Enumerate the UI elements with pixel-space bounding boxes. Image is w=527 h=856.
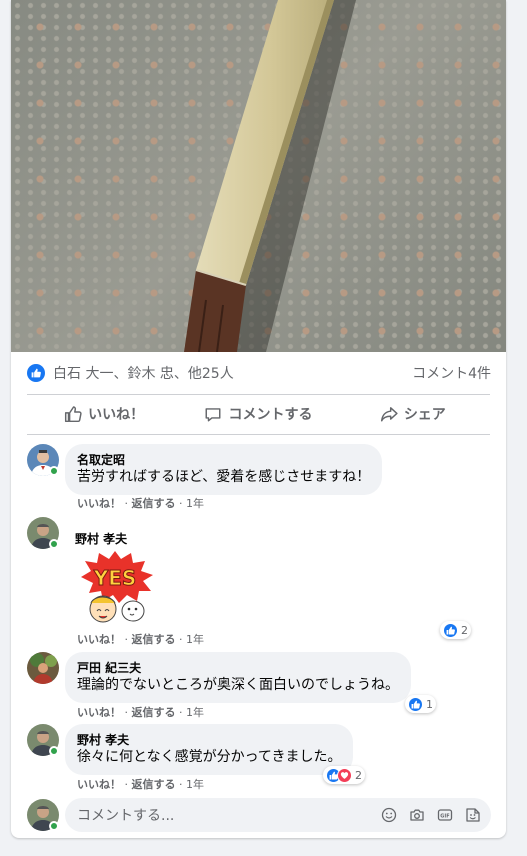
reaction-names[interactable]: 白石 大一、鈴木 忠、他25人 — [53, 363, 412, 383]
comment-reactions[interactable]: 1 — [405, 695, 436, 713]
comment-time[interactable]: 1年 — [186, 497, 204, 510]
online-indicator — [49, 746, 59, 756]
comment-like-link[interactable]: いいね！ — [77, 497, 121, 510]
comment-item: 野村 孝夫 YES いいね！ · 返信する · 1年 2 — [27, 517, 497, 649]
comment-reply-link[interactable]: 返信する — [132, 706, 176, 719]
comment-composer: コメントする... GIF — [27, 798, 491, 832]
comment-item: 戸田 紀三夫 理論的でないところが奥深く面白いのでしょうね。 いいね！ · 返信… — [27, 652, 497, 720]
comment-reply-link[interactable]: 返信する — [132, 497, 176, 510]
comment-reactions[interactable]: 2 — [440, 621, 471, 639]
reaction-summary: 白石 大一、鈴木 忠、他25人 コメント4件 — [27, 360, 491, 386]
composer-tools: GIF — [381, 798, 481, 832]
comment-button[interactable]: コメントする — [181, 396, 335, 432]
comment-reply-link[interactable]: 返信する — [132, 633, 176, 646]
like-icon — [27, 364, 45, 382]
comment-input-placeholder: コメントする... — [77, 808, 175, 824]
gif-icon[interactable]: GIF — [437, 807, 453, 823]
comment-like-link[interactable]: いいね！ — [77, 778, 121, 791]
comment-bubble: 名取定昭 苦労すればするほど、愛着を感じさせますね！ — [65, 444, 383, 495]
love-icon — [337, 767, 352, 783]
comment-like-link[interactable]: いいね！ — [77, 706, 121, 719]
camera-icon[interactable] — [409, 807, 425, 823]
post-actions: いいね！ コメントする シェア — [27, 396, 490, 432]
reaction-count: 2 — [461, 623, 468, 637]
comment-author[interactable]: 戸田 紀三夫 — [77, 660, 399, 676]
comment-reactions[interactable]: 2 — [323, 766, 365, 784]
comment-meta: いいね！ · 返信する · 1年 — [77, 497, 204, 510]
post-card: 白石 大一、鈴木 忠、他25人 コメント4件 いいね！ コメントする シェア 名… — [11, 0, 506, 838]
comment-meta: いいね！ · 返信する · 1年 — [77, 778, 204, 791]
comment-label: コメントする — [228, 407, 313, 423]
comment-text: 苦労すればするほど、愛着を感じさせますね！ — [77, 469, 371, 485]
comment-meta: いいね！ · 返信する · 1年 — [77, 706, 204, 719]
comment-time[interactable]: 1年 — [186, 633, 204, 646]
yes-sticker[interactable]: YES — [75, 549, 155, 627]
like-icon — [65, 406, 82, 423]
comment-reply-link[interactable]: 返信する — [132, 778, 176, 791]
comment-item: 野村 孝夫 徐々に何となく感覚が分かってきました。 いいね！ · 返信する · … — [27, 724, 497, 792]
comment-bubble: 戸田 紀三夫 理論的でないところが奥深く面白いのでしょうね。 — [65, 652, 411, 703]
sticker-text: YES — [93, 566, 137, 590]
bamboo-rod-illustration — [184, 0, 356, 352]
online-indicator — [49, 821, 59, 831]
post-photo[interactable] — [11, 0, 506, 352]
comment-author[interactable]: 野村 孝夫 — [75, 530, 127, 547]
comment-time[interactable]: 1年 — [186, 706, 204, 719]
comment-item: 名取定昭 苦労すればするほど、愛着を感じさせますね！ いいね！ · 返信する ·… — [27, 444, 497, 512]
comment-author[interactable]: 野村 孝夫 — [77, 732, 341, 748]
reaction-count: 2 — [355, 768, 362, 782]
online-indicator — [49, 466, 59, 476]
comment-like-link[interactable]: いいね！ — [77, 633, 121, 646]
share-button[interactable]: シェア — [336, 396, 490, 432]
like-icon — [443, 622, 458, 638]
like-label: いいね！ — [88, 407, 145, 423]
divider — [27, 434, 490, 435]
reaction-count: 1 — [426, 697, 433, 711]
comment-text: 徐々に何となく感覚が分かってきました。 — [77, 749, 342, 765]
svg-text:GIF: GIF — [440, 813, 449, 819]
comment-icon — [206, 408, 221, 422]
avatar[interactable] — [27, 652, 59, 684]
comment-text: 理論的でないところが奥深く面白いのでしょうね。 — [77, 677, 399, 693]
sticker-icon[interactable] — [465, 807, 481, 823]
comment-author[interactable]: 名取定昭 — [77, 452, 370, 468]
share-icon — [380, 407, 398, 422]
divider — [27, 394, 490, 395]
emoji-icon[interactable] — [381, 807, 397, 823]
comment-meta: いいね！ · 返信する · 1年 — [77, 633, 204, 646]
comment-bubble: 野村 孝夫 徐々に何となく感覚が分かってきました。 — [65, 724, 354, 775]
comment-time[interactable]: 1年 — [186, 778, 204, 791]
online-indicator — [49, 539, 59, 549]
like-icon — [408, 696, 423, 712]
comment-count[interactable]: コメント4件 — [412, 363, 491, 383]
like-button[interactable]: いいね！ — [27, 396, 181, 432]
share-label: シェア — [403, 407, 446, 423]
